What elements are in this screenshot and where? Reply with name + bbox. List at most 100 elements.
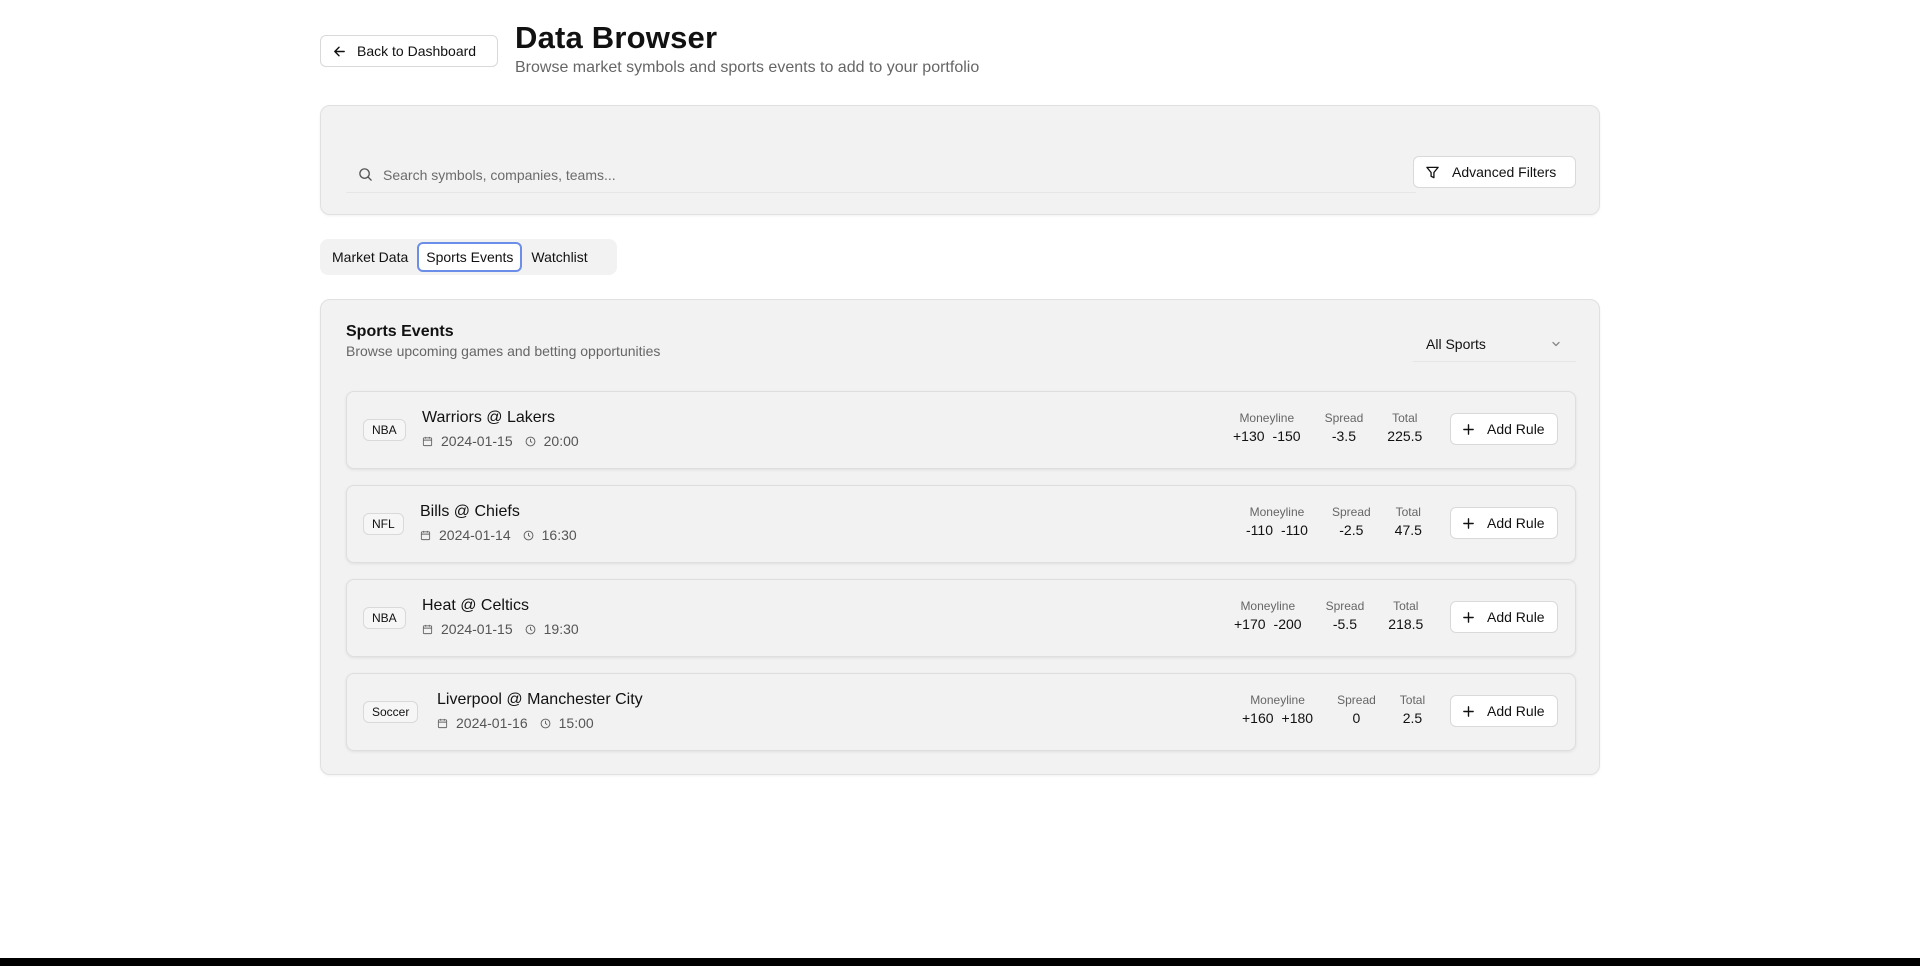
event-info: Warriors @ Lakers 2024-01-15 20:00 [422, 409, 579, 449]
event-date: 2024-01-16 [456, 715, 528, 731]
calendar-icon [422, 624, 433, 634]
moneyline-home: -200 [1273, 616, 1302, 632]
event-matchup: Liverpool @ Manchester City [437, 691, 643, 708]
clock-icon [540, 718, 551, 728]
spread-label: Spread [1331, 505, 1371, 519]
moneyline-values: +130 -150 [1233, 428, 1301, 444]
moneyline-home: -150 [1272, 428, 1301, 444]
add-rule-button[interactable]: Add Rule [1450, 507, 1558, 539]
event-card: NBA Heat @ Celtics 2024-01-15 19:30 Mone… [346, 579, 1576, 657]
total-stat: Total 218.5 [1388, 599, 1423, 632]
tab-sports-events[interactable]: Sports Events [417, 242, 523, 272]
spread-label: Spread [1337, 693, 1376, 707]
clock-icon [525, 624, 536, 634]
moneyline-away: +170 [1234, 616, 1266, 632]
events-section-subtitle: Browse upcoming games and betting opport… [346, 343, 661, 359]
plus-icon [1463, 705, 1474, 717]
search-panel: Advanced Filters [320, 105, 1600, 215]
filter-icon [1426, 166, 1439, 178]
total-label: Total [1392, 411, 1418, 425]
total-stat: Total 47.5 [1395, 505, 1422, 538]
moneyline-home: -110 [1280, 522, 1308, 538]
page-container: Back to Dashboard Data Browser Browse ma… [320, 0, 1600, 775]
event-meta: 2024-01-16 15:00 [437, 715, 643, 731]
event-info: Liverpool @ Manchester City 2024-01-16 1… [437, 691, 643, 731]
search-box[interactable] [346, 157, 1416, 193]
moneyline-away: -110 [1246, 522, 1273, 538]
add-rule-label: Add Rule [1487, 515, 1545, 531]
add-rule-button[interactable]: Add Rule [1450, 413, 1558, 445]
add-rule-button[interactable]: Add Rule [1450, 601, 1558, 633]
search-input[interactable] [383, 166, 1383, 183]
plus-icon [1463, 423, 1474, 435]
total-value: 218.5 [1388, 616, 1424, 632]
event-matchup: Heat @ Celtics [422, 597, 529, 614]
tab-market-data[interactable]: Market Data [323, 242, 417, 272]
event-time: 19:30 [543, 621, 579, 637]
calendar-icon [420, 530, 431, 540]
add-rule-label: Add Rule [1487, 703, 1545, 719]
event-time: 15:00 [558, 715, 594, 731]
spread-value: 0 [1352, 710, 1361, 726]
moneyline-values: +160 +180 [1242, 710, 1313, 726]
event-date: 2024-01-15 [441, 433, 513, 449]
event-date: 2024-01-15 [441, 621, 513, 637]
moneyline-label: Moneyline [1240, 599, 1296, 613]
clock-icon [523, 530, 534, 540]
spread-stat: Spread -5.5 [1326, 599, 1365, 632]
page-subtitle: Browse market symbols and sports events … [515, 59, 980, 76]
arrow-left-icon [334, 46, 345, 56]
event-time: 16:30 [541, 527, 577, 543]
event-matchup: Warriors @ Lakers [422, 409, 555, 426]
event-meta: 2024-01-14 16:30 [420, 527, 577, 543]
spread-value: -5.5 [1332, 616, 1357, 632]
total-label: Total [1393, 599, 1419, 613]
back-to-dashboard-button[interactable]: Back to Dashboard [320, 35, 498, 67]
event-odds: Moneyline +160 +180 Spread 0 Total 2.5 [1242, 693, 1425, 726]
event-card: NFL Bills @ Chiefs 2024-01-14 16:30 Mone… [346, 485, 1576, 563]
league-badge: NBA [363, 419, 406, 441]
sport-filter-select[interactable]: All Sports [1413, 326, 1576, 362]
event-odds: Moneyline +130 -150 Spread -3.5 Total 22… [1233, 411, 1422, 444]
event-info: Heat @ Celtics 2024-01-15 19:30 [422, 597, 579, 637]
total-value: 2.5 [1402, 710, 1423, 726]
total-label: Total [1395, 505, 1421, 519]
calendar-icon [437, 718, 448, 728]
sport-filter-value: All Sports [1426, 335, 1486, 352]
advanced-filters-button[interactable]: Advanced Filters [1413, 156, 1576, 188]
spread-value: -3.5 [1331, 428, 1356, 444]
plus-icon [1463, 611, 1474, 623]
event-time: 20:00 [543, 433, 579, 449]
page-title: Data Browser [515, 20, 718, 55]
total-value: 47.5 [1394, 522, 1422, 538]
moneyline-label: Moneyline [1239, 411, 1295, 425]
moneyline-stat: Moneyline +130 -150 [1233, 411, 1301, 444]
event-card: NBA Warriors @ Lakers 2024-01-15 20:00 M… [346, 391, 1576, 469]
spread-stat: Spread -3.5 [1325, 411, 1364, 444]
chevron-down-icon [1552, 341, 1560, 346]
total-stat: Total 225.5 [1387, 411, 1422, 444]
spread-stat: Spread 0 [1337, 693, 1376, 726]
moneyline-values: -110 -110 [1246, 522, 1308, 538]
plus-icon [1463, 517, 1474, 529]
advanced-filters-label: Advanced Filters [1452, 164, 1557, 180]
calendar-icon [422, 436, 433, 446]
spread-stat: Spread -2.5 [1332, 505, 1371, 538]
search-icon [359, 168, 372, 181]
event-odds: Moneyline -110 -110 Spread -2.5 Total 47… [1246, 505, 1422, 538]
window-bottom-edge [0, 958, 1920, 966]
moneyline-values: +170 -200 [1234, 616, 1302, 632]
event-matchup: Bills @ Chiefs [420, 503, 520, 520]
event-date: 2024-01-14 [439, 527, 511, 543]
event-info: Bills @ Chiefs 2024-01-14 16:30 [420, 503, 577, 543]
total-value: 225.5 [1387, 428, 1423, 444]
event-card: Soccer Liverpool @ Manchester City 2024-… [346, 673, 1576, 751]
add-rule-button[interactable]: Add Rule [1450, 695, 1558, 727]
event-meta: 2024-01-15 20:00 [422, 433, 579, 449]
tab-watchlist[interactable]: Watchlist [522, 242, 596, 272]
moneyline-stat: Moneyline -110 -110 [1246, 505, 1308, 538]
total-label: Total [1399, 693, 1426, 707]
moneyline-label: Moneyline [1250, 693, 1305, 707]
tab-bar: Market Data Sports Events Watchlist [320, 239, 617, 275]
events-section-title: Sports Events [346, 323, 454, 340]
